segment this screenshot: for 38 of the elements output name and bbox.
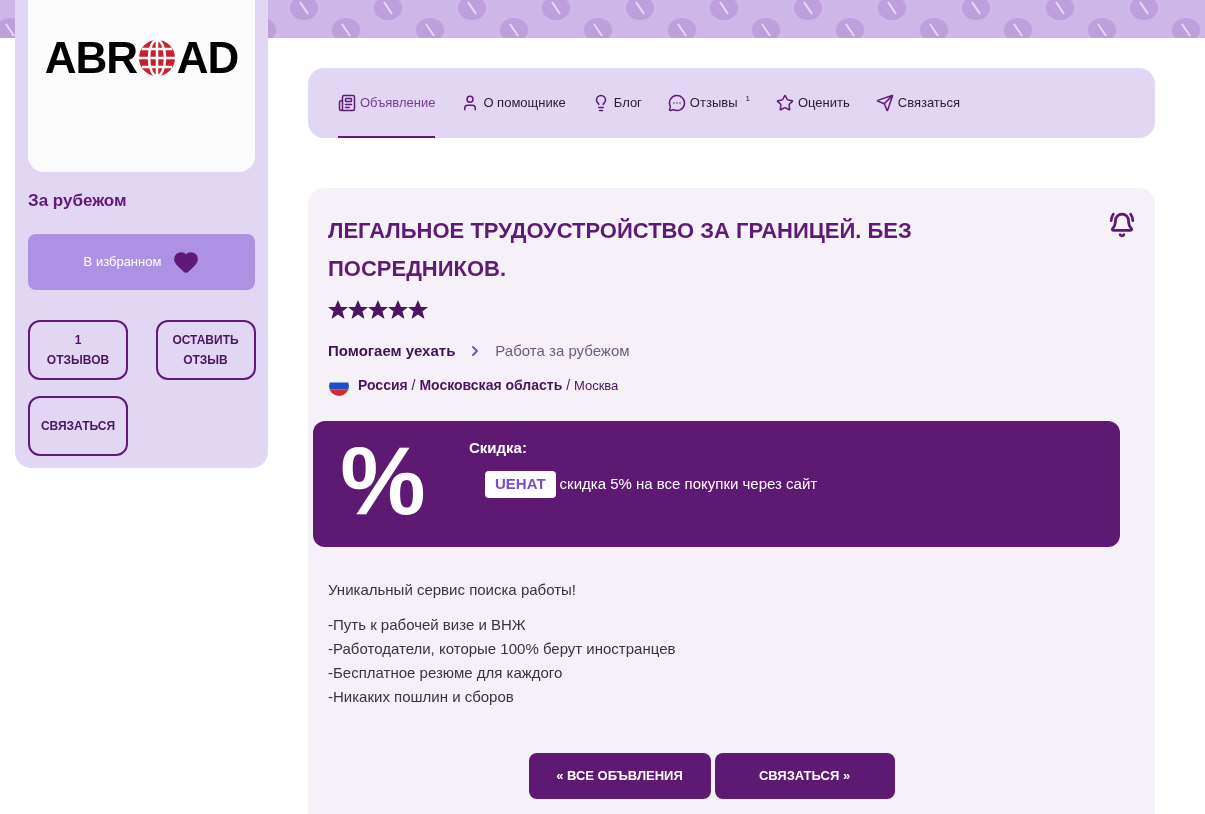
globe-icon: [136, 38, 177, 78]
star-icon: [328, 300, 348, 320]
outline-button[interactable]: СВЯЗАТЬСЯ: [28, 395, 128, 456]
star-icon: [775, 94, 794, 112]
subcategory-link[interactable]: Работа за рубежом: [495, 340, 630, 363]
bell-icon[interactable]: [1109, 212, 1135, 238]
star-icon: [408, 300, 428, 320]
action-button[interactable]: СВЯЗАТЬСЯ »: [714, 753, 895, 799]
description-text: Уникальный сервис поиска работы!: [328, 579, 577, 600]
logo-text: ABR: [44, 36, 137, 80]
tab[interactable]: Блог: [591, 68, 642, 138]
outline-button[interactable]: 1 ОТЗЫВОВ: [28, 319, 128, 380]
tab[interactable]: О помощнике: [461, 68, 566, 138]
category-link[interactable]: Помогаем уехать: [328, 340, 456, 363]
tab[interactable]: Объявление: [338, 68, 436, 138]
logo-text: AD: [176, 36, 239, 80]
tab[interactable]: Оценить: [775, 68, 850, 138]
action-button[interactable]: « ВСЕ ОБЪВЛЕНИЯ: [528, 753, 711, 799]
newspaper-icon: [338, 94, 356, 112]
chat-bubble-icon: [667, 94, 686, 112]
paper-plane-icon: [875, 94, 894, 112]
star-icon: [348, 300, 368, 320]
company-name: За рубежом: [28, 190, 128, 212]
outline-button[interactable]: ОСТАВИТЬ ОТЗЫВ: [155, 319, 256, 380]
feature-line: -Путь к рабочей визе и ВНЖ: [328, 615, 527, 635]
feature-line: -Никаких пошлин и сборов: [328, 687, 515, 707]
discount-text: скидка 5% на все покупки через сайт: [559, 474, 818, 494]
listing-title: ЛЕГАЛЬНОЕ ТРУДОУСТРОЙСТВО ЗА ГРАНИЦЕЙ. БЕЗ ПОСРЕДНИКОВ.: [328, 217, 913, 283]
percent-sign: %: [339, 425, 427, 536]
feature-line: -Бесплатное резюме для каждого: [328, 663, 564, 683]
location-text: Россия / Московская область / Москва: [358, 376, 619, 395]
promo-code: UEHAT: [485, 471, 556, 498]
tab[interactable]: Связаться: [875, 68, 961, 138]
star-icon: [368, 300, 388, 320]
star-icon: [388, 300, 408, 320]
feature-line: -Работодатели, которые 100% берут иностранцев: [328, 639, 677, 659]
tab[interactable]: Отзывы $^{1}$: [667, 68, 750, 138]
discount-heading: Скидка:: [469, 437, 528, 458]
